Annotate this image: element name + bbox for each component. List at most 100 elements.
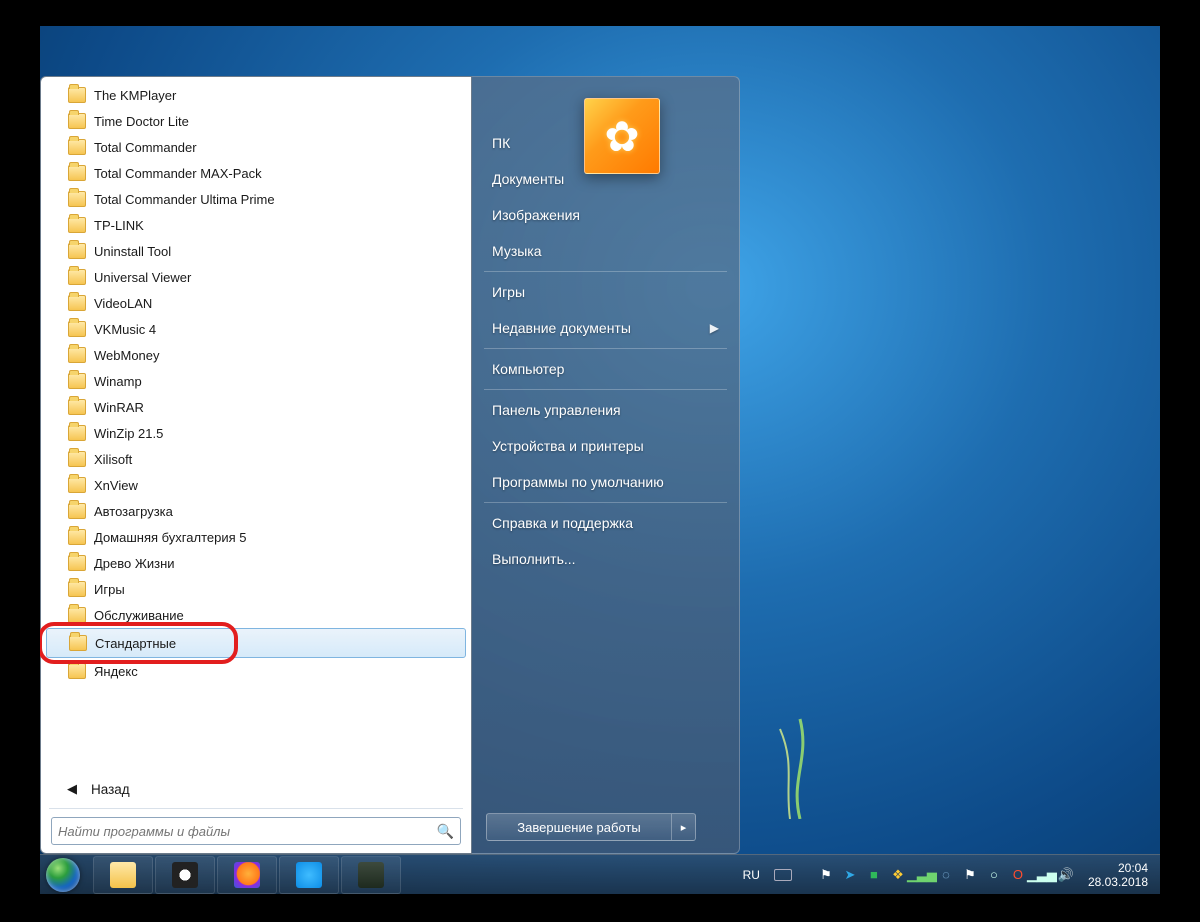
terminal-icon xyxy=(358,862,384,888)
folder-icon xyxy=(68,347,86,363)
user-avatar[interactable] xyxy=(584,98,660,174)
right-pane-item[interactable]: Справка и поддержка xyxy=(472,505,739,541)
program-folder-item[interactable]: Автозагрузка xyxy=(46,498,466,524)
program-label: Стандартные xyxy=(95,636,176,651)
program-folder-item[interactable]: WinZip 21.5 xyxy=(46,420,466,446)
program-folder-item[interactable]: WinRAR xyxy=(46,394,466,420)
back-arrow-icon: ▶ xyxy=(67,781,77,797)
right-pane-item[interactable]: Устройства и принтеры xyxy=(472,428,739,464)
green-box-icon[interactable]: ■ xyxy=(866,867,882,883)
program-folder-item[interactable]: Total Commander Ultima Prime xyxy=(46,186,466,212)
skype-icon xyxy=(296,862,322,888)
program-folder-item[interactable]: Winamp xyxy=(46,368,466,394)
shutdown-options-arrow[interactable]: ▸ xyxy=(671,814,695,840)
folder-icon xyxy=(68,269,86,285)
globe-icon[interactable]: ◌ xyxy=(938,867,954,883)
signal-icon[interactable]: ▁▃▅ xyxy=(914,867,930,883)
system-tray: RU ⚑ ➤ ■ ❖ ▁▃▅ ◌ ⚑ ○ O ▁▃▅ 🔊 20:04 28.03.2018 xyxy=(737,855,1160,894)
program-folder-item[interactable]: Universal Viewer xyxy=(46,264,466,290)
sound-icon[interactable]: 🔊 xyxy=(1058,867,1074,883)
program-folder-item[interactable]: Древо Жизни xyxy=(46,550,466,576)
back-label: Назад xyxy=(91,782,130,797)
program-folder-item[interactable]: Uninstall Tool xyxy=(46,238,466,264)
right-pane-label: Справка и поддержка xyxy=(492,515,633,531)
program-folder-item[interactable]: WebMoney xyxy=(46,342,466,368)
program-folder-item[interactable]: Total Commander xyxy=(46,134,466,160)
folder-icon xyxy=(68,113,86,129)
firefox-icon xyxy=(234,862,260,888)
program-folder-item[interactable]: TP-LINK xyxy=(46,212,466,238)
palette-icon[interactable]: ❖ xyxy=(890,867,906,883)
opera-icon[interactable]: O xyxy=(1010,867,1026,883)
flag-icon[interactable]: ⚑ xyxy=(818,867,834,883)
right-pane-label: Программы по умолчанию xyxy=(492,474,664,490)
telegram-icon[interactable]: ➤ xyxy=(842,867,858,883)
windows-orb-icon xyxy=(46,858,80,892)
program-folder-item[interactable]: The KMPlayer xyxy=(46,82,466,108)
folder-icon xyxy=(69,635,87,651)
program-label: WinRAR xyxy=(94,400,144,415)
taskbar-app-explorer[interactable] xyxy=(93,856,153,894)
program-label: Winamp xyxy=(94,374,142,389)
shutdown-label: Завершение работы xyxy=(487,814,671,840)
right-pane-label: Компьютер xyxy=(492,361,564,377)
right-pane-item[interactable]: Компьютер xyxy=(472,351,739,387)
taskbar-app-skype[interactable] xyxy=(279,856,339,894)
program-folder-item[interactable]: Игры xyxy=(46,576,466,602)
right-pane-item[interactable]: Игры xyxy=(472,274,739,310)
folder-icon xyxy=(68,581,86,597)
program-label: XnView xyxy=(94,478,138,493)
program-label: Xilisoft xyxy=(94,452,132,467)
back-button[interactable]: ▶ Назад xyxy=(45,772,467,806)
right-pane-item[interactable]: Программы по умолчанию xyxy=(472,464,739,500)
folder-icon xyxy=(68,139,86,155)
program-folder-item[interactable]: Домашняя бухгалтерия 5 xyxy=(46,524,466,550)
keyboard-icon[interactable] xyxy=(774,869,792,881)
language-indicator[interactable]: RU xyxy=(737,868,766,882)
all-programs-list[interactable]: The KMPlayerTime Doctor LiteTotal Comman… xyxy=(45,81,467,772)
search-box[interactable]: 🔍 xyxy=(51,817,461,845)
folder-icon xyxy=(68,191,86,207)
right-pane-item[interactable]: Музыка xyxy=(472,233,739,269)
program-label: The KMPlayer xyxy=(94,88,176,103)
folder-icon xyxy=(68,503,86,519)
program-label: Uninstall Tool xyxy=(94,244,171,259)
start-button[interactable] xyxy=(40,855,86,895)
program-label: Домашняя бухгалтерия 5 xyxy=(94,530,247,545)
program-folder-item[interactable]: Обслуживание xyxy=(46,602,466,628)
program-folder-item[interactable]: XnView xyxy=(46,472,466,498)
taskbar-app-panda[interactable] xyxy=(155,856,215,894)
shutdown-area: Завершение работы ▸ xyxy=(472,805,739,853)
search-input[interactable] xyxy=(58,824,437,839)
right-pane-item[interactable]: Выполнить... xyxy=(472,541,739,577)
program-folder-item[interactable]: Total Commander MAX-Pack xyxy=(46,160,466,186)
right-pane-label: Устройства и принтеры xyxy=(492,438,644,454)
folder-icon xyxy=(68,399,86,415)
right-pane-item[interactable]: Недавние документы▶ xyxy=(472,310,739,346)
panda-icon xyxy=(172,862,198,888)
program-folder-item[interactable]: VideoLAN xyxy=(46,290,466,316)
program-folder-item[interactable]: Стандартные xyxy=(46,628,466,658)
right-pane-label: Панель управления xyxy=(492,402,621,418)
right-pane-item[interactable]: Панель управления xyxy=(472,392,739,428)
right-pane-item[interactable]: Изображения xyxy=(472,197,739,233)
program-folder-item[interactable]: Time Doctor Lite xyxy=(46,108,466,134)
flag2-icon[interactable]: ⚑ xyxy=(962,867,978,883)
program-folder-item[interactable]: Яндекс xyxy=(46,658,466,684)
wifi-icon[interactable]: ▁▃▅ xyxy=(1034,867,1050,883)
right-pane-separator xyxy=(484,348,727,349)
taskbar-app-firefox[interactable] xyxy=(217,856,277,894)
right-pane-label: Игры xyxy=(492,284,525,300)
program-label: VideoLAN xyxy=(94,296,152,311)
taskbar-app-terminal[interactable] xyxy=(341,856,401,894)
start-menu: The KMPlayerTime Doctor LiteTotal Comman… xyxy=(40,76,740,854)
explorer-icon xyxy=(110,862,136,888)
program-label: Игры xyxy=(94,582,125,597)
clock[interactable]: 20:04 28.03.2018 xyxy=(1082,861,1154,889)
shutdown-button[interactable]: Завершение работы ▸ xyxy=(486,813,696,841)
circle-icon[interactable]: ○ xyxy=(986,867,1002,883)
program-folder-item[interactable]: Xilisoft xyxy=(46,446,466,472)
folder-icon xyxy=(68,663,86,679)
program-folder-item[interactable]: VKMusic 4 xyxy=(46,316,466,342)
search-icon: 🔍 xyxy=(437,823,454,840)
